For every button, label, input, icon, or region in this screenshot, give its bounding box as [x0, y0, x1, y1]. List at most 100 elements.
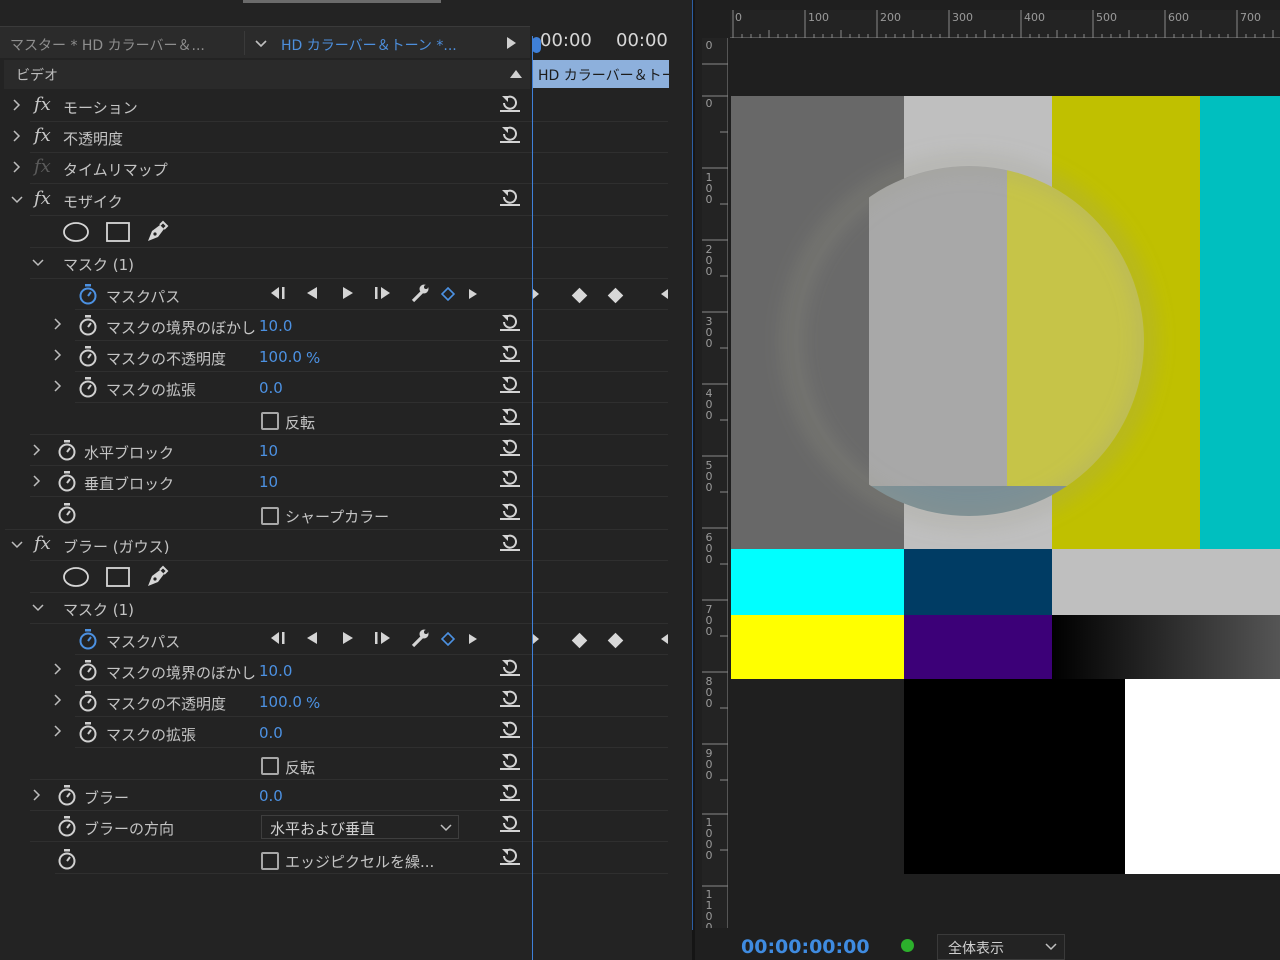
track-forward-icon[interactable] [372, 630, 394, 646]
reset-icon[interactable] [499, 719, 521, 739]
video-section-header[interactable]: ビデオ [4, 60, 530, 89]
repeat-edge-checkbox[interactable] [261, 852, 279, 870]
effect-row-mosaic[interactable]: fx モザイク [0, 184, 530, 215]
effect-row-opacity[interactable]: fx 不透明度 [0, 121, 530, 152]
reset-icon[interactable] [499, 374, 521, 394]
step-backward-icon[interactable] [303, 630, 321, 646]
stopwatch-icon[interactable] [78, 345, 98, 367]
keyframe-marker[interactable] [571, 632, 588, 649]
expansion-value[interactable]: 0.0 [259, 379, 283, 397]
chevron-down-icon[interactable] [254, 36, 268, 50]
sharp-colors-checkbox[interactable] [261, 507, 279, 525]
mosaic-mask-row[interactable]: マスク (1) [0, 247, 530, 278]
stopwatch-active-icon[interactable] [78, 628, 98, 650]
sequence-clip-label[interactable]: HD カラーバー＆トーン *... [281, 35, 457, 55]
reset-icon[interactable] [499, 688, 521, 708]
fx-icon[interactable]: fx [34, 94, 51, 115]
program-timecode[interactable]: 00:00:00:00 [741, 936, 870, 958]
blur-mask-row[interactable]: マスク (1) [0, 592, 530, 623]
reset-icon[interactable] [499, 406, 521, 426]
mask-name[interactable]: マスク (1) [63, 599, 134, 620]
step-backward-icon[interactable] [303, 285, 321, 301]
maskopacity-value[interactable]: 100.0 [259, 348, 302, 366]
chevron-right-icon[interactable] [29, 788, 43, 802]
chevron-right-icon[interactable] [29, 443, 43, 457]
reset-icon[interactable] [499, 813, 521, 833]
chevron-right-icon[interactable] [9, 98, 23, 112]
reset-icon[interactable] [499, 343, 521, 363]
rectangle-mask-icon[interactable] [105, 221, 131, 243]
reset-icon[interactable] [499, 437, 521, 457]
effect-row-timeremap[interactable]: fx タイムリマップ [0, 152, 530, 183]
blurriness-value[interactable]: 0.0 [259, 787, 283, 805]
next-keyframe-icon[interactable] [468, 288, 478, 300]
chevron-down-icon[interactable] [31, 255, 45, 269]
chevron-down-icon[interactable] [31, 600, 45, 614]
feather-value[interactable]: 10.0 [259, 317, 292, 335]
chevron-down-icon[interactable] [10, 537, 24, 551]
chevron-right-icon[interactable] [50, 662, 64, 676]
chevron-right-icon[interactable] [9, 129, 23, 143]
rectangle-mask-icon[interactable] [105, 566, 131, 588]
program-canvas[interactable] [731, 96, 1280, 874]
pen-mask-icon[interactable] [144, 564, 170, 590]
keyframe-marker[interactable] [571, 287, 588, 304]
reset-icon[interactable] [499, 187, 521, 207]
timeline-clip-bar[interactable]: HD カラーバー＆トーン [533, 60, 669, 88]
invert-checkbox[interactable] [261, 412, 279, 430]
play-icon[interactable] [507, 37, 516, 49]
mask-name[interactable]: マスク (1) [63, 254, 134, 275]
chevron-right-icon[interactable] [9, 160, 23, 174]
vblocks-value[interactable]: 10 [259, 473, 278, 491]
playhead-handle[interactable] [532, 37, 541, 53]
pen-mask-icon[interactable] [144, 219, 170, 245]
effect-row-motion[interactable]: fx モーション [0, 90, 530, 121]
wrench-icon[interactable] [409, 282, 431, 304]
stopwatch-icon[interactable] [57, 502, 77, 524]
ellipse-mask-icon[interactable] [62, 221, 90, 243]
maskopacity-value[interactable]: 100.0 [259, 693, 302, 711]
reset-icon[interactable] [499, 468, 521, 488]
expansion-value[interactable]: 0.0 [259, 724, 283, 742]
feather-value[interactable]: 10.0 [259, 662, 292, 680]
track-forward-icon[interactable] [372, 285, 394, 301]
reset-icon[interactable] [499, 501, 521, 521]
keyframe-marker[interactable] [607, 287, 624, 304]
reset-icon[interactable] [499, 782, 521, 802]
keyframe-marker[interactable] [533, 288, 541, 300]
reset-icon[interactable] [499, 751, 521, 771]
stopwatch-icon[interactable] [78, 721, 98, 743]
stopwatch-icon[interactable] [78, 314, 98, 336]
stopwatch-icon[interactable] [78, 376, 98, 398]
stopwatch-icon[interactable] [78, 659, 98, 681]
stopwatch-active-icon[interactable] [78, 283, 98, 305]
play-icon[interactable] [339, 285, 357, 301]
wrench-icon[interactable] [409, 627, 431, 649]
keyframe-add-icon[interactable] [441, 287, 455, 301]
invert-checkbox[interactable] [261, 757, 279, 775]
reset-icon[interactable] [499, 657, 521, 677]
keyframe-marker[interactable] [660, 288, 669, 300]
chevron-right-icon[interactable] [50, 724, 64, 738]
hblocks-value[interactable]: 10 [259, 442, 278, 460]
keyframe-add-icon[interactable] [441, 632, 455, 646]
fx-icon[interactable]: fx [34, 533, 51, 554]
zoom-fit-select[interactable]: 全体表示 [937, 934, 1065, 960]
track-backward-icon[interactable] [268, 630, 288, 646]
stopwatch-icon[interactable] [57, 439, 77, 461]
fx-icon[interactable]: fx [34, 188, 51, 209]
stopwatch-icon[interactable] [57, 470, 77, 492]
track-backward-icon[interactable] [268, 285, 288, 301]
chevron-right-icon[interactable] [29, 474, 43, 488]
master-clip-label[interactable]: マスター * HD カラーバー＆... [10, 35, 205, 55]
stopwatch-icon[interactable] [57, 815, 77, 837]
chevron-right-icon[interactable] [50, 379, 64, 393]
ellipse-mask-icon[interactable] [62, 566, 90, 588]
keyframe-marker[interactable] [607, 632, 624, 649]
fx-icon[interactable]: fx [34, 125, 51, 146]
chevron-right-icon[interactable] [50, 693, 64, 707]
play-icon[interactable] [339, 630, 357, 646]
collapse-up-icon[interactable] [510, 70, 522, 78]
chevron-down-icon[interactable] [10, 192, 24, 206]
reset-icon[interactable] [499, 846, 521, 866]
